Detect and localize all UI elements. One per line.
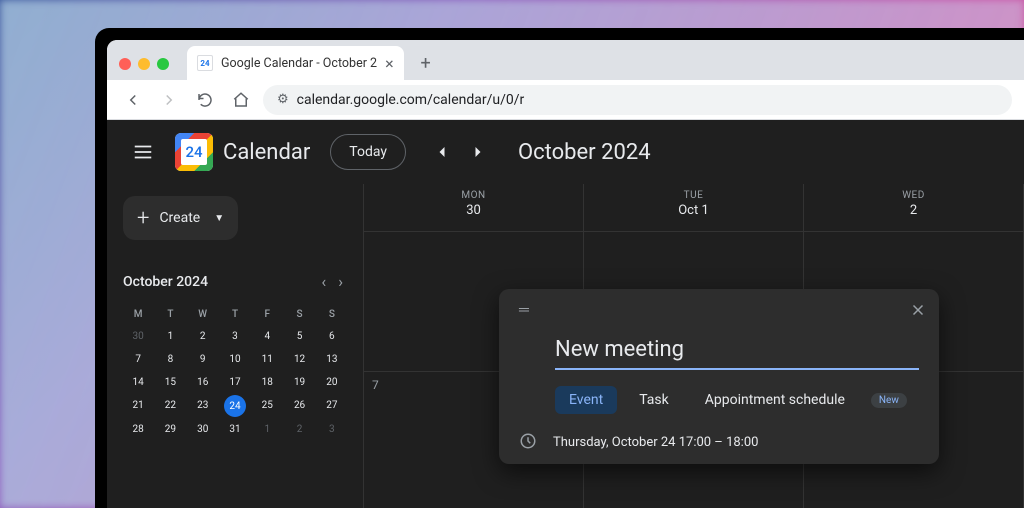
mini-dow: S [284,305,314,324]
mini-day[interactable]: 4 [252,326,282,347]
mini-day[interactable]: 8 [155,349,185,370]
back-button[interactable] [119,86,147,114]
mini-day[interactable]: 21 [123,395,153,417]
main-menu-button[interactable] [123,132,163,172]
tab-event[interactable]: Event [555,386,617,414]
mini-day[interactable]: 29 [155,419,185,440]
calendar-logo: 24 Calendar [175,133,310,171]
mini-day[interactable]: 18 [252,372,282,393]
mini-day[interactable]: 15 [155,372,185,393]
mini-day[interactable]: 31 [220,419,250,440]
browser-window: 24 Google Calendar - October 2 × + ⚙ cal… [107,40,1024,508]
mini-day[interactable]: 16 [188,372,218,393]
site-settings-icon[interactable]: ⚙ [277,92,289,107]
mini-day[interactable]: 20 [317,372,347,393]
mini-day[interactable]: 13 [317,349,347,370]
close-window-button[interactable] [119,58,131,70]
mini-day[interactable]: 23 [188,395,218,417]
sidebar: + Create ▼ October 2024 ‹ › MTWTFSS30123… [107,184,363,508]
chevron-down-icon: ▼ [214,213,224,224]
clock-icon [519,432,539,452]
mini-day[interactable]: 22 [155,395,185,417]
mini-day[interactable]: 5 [284,326,314,347]
mini-day[interactable]: 17 [220,372,250,393]
drag-handle-icon[interactable]: ═ [519,301,531,323]
mini-dow: M [123,305,153,324]
mini-day[interactable]: 3 [220,326,250,347]
mini-day[interactable]: 7 [123,349,153,370]
mini-next-button[interactable]: › [334,270,347,293]
calendar-app: 24 Calendar Today October 2024 + Create … [107,120,1024,508]
mini-day[interactable]: 2 [188,326,218,347]
create-button[interactable]: + Create ▼ [123,196,238,240]
plus-icon: + [137,206,149,231]
mini-day[interactable]: 19 [284,372,314,393]
mini-dow: T [220,305,250,324]
mini-calendar: October 2024 ‹ › MTWTFSS3012345678910111… [123,270,347,440]
maximize-window-button[interactable] [157,58,169,70]
mini-day[interactable]: 1 [252,419,282,440]
day-header[interactable]: MON30 [364,184,584,231]
tab-task[interactable]: Task [625,386,683,414]
event-title-input[interactable] [555,333,919,370]
mini-day[interactable]: 10 [220,349,250,370]
mini-day[interactable]: 26 [284,395,314,417]
app-title: Calendar [223,140,310,165]
mini-month-label: October 2024 [123,274,208,290]
new-badge: New [871,393,907,408]
tab-strip: 24 Google Calendar - October 2 × + [107,40,1024,80]
mini-day[interactable]: 12 [284,349,314,370]
mini-day[interactable]: 3 [317,419,347,440]
create-event-popup: ═ Event Task Appointment schedule New Th… [499,289,939,464]
event-time-text[interactable]: Thursday, October 24 17:00 – 18:00 [553,435,758,450]
today-button[interactable]: Today [330,134,406,170]
next-period-button[interactable] [462,136,494,168]
calendar-logo-icon: 24 [175,133,213,171]
mini-dow: T [155,305,185,324]
day-header[interactable]: WED2 [804,184,1024,231]
close-tab-icon[interactable]: × [385,54,394,73]
mini-dow: S [317,305,347,324]
mini-day[interactable]: 14 [123,372,153,393]
mini-day[interactable]: 24 [224,395,246,417]
current-month-label: October 2024 [518,140,651,165]
app-header: 24 Calendar Today October 2024 [107,120,1024,184]
tab-appointment-schedule[interactable]: Appointment schedule [691,386,859,414]
mini-dow: F [252,305,282,324]
main-calendar-grid: MON30TUEOct 1WED2 7 ═ Event Task Appoint… [363,184,1024,508]
new-tab-button[interactable]: + [412,49,440,77]
mini-day[interactable]: 11 [252,349,282,370]
mini-day[interactable]: 27 [317,395,347,417]
tab-title: Google Calendar - October 2 [221,56,377,71]
url-input[interactable]: ⚙ calendar.google.com/calendar/u/0/r [263,85,1012,115]
mini-prev-button[interactable]: ‹ [317,270,330,293]
mini-day[interactable]: 25 [252,395,282,417]
mini-day[interactable]: 2 [284,419,314,440]
minimize-window-button[interactable] [138,58,150,70]
window-controls [119,58,169,70]
day-header[interactable]: TUEOct 1 [584,184,804,231]
prev-period-button[interactable] [426,136,458,168]
browser-tab[interactable]: 24 Google Calendar - October 2 × [187,46,404,80]
mini-dow: W [188,305,218,324]
mini-day[interactable]: 30 [123,326,153,347]
mini-day[interactable]: 28 [123,419,153,440]
calendar-favicon-icon: 24 [197,55,213,71]
forward-button[interactable] [155,86,183,114]
home-button[interactable] [227,86,255,114]
create-label: Create [159,210,200,226]
reload-button[interactable] [191,86,219,114]
mini-day[interactable]: 30 [188,419,218,440]
close-popup-button[interactable] [909,301,927,323]
address-bar: ⚙ calendar.google.com/calendar/u/0/r [107,80,1024,120]
mini-day[interactable]: 9 [188,349,218,370]
mini-day[interactable]: 1 [155,326,185,347]
mini-day[interactable]: 6 [317,326,347,347]
url-text: calendar.google.com/calendar/u/0/r [297,92,525,108]
